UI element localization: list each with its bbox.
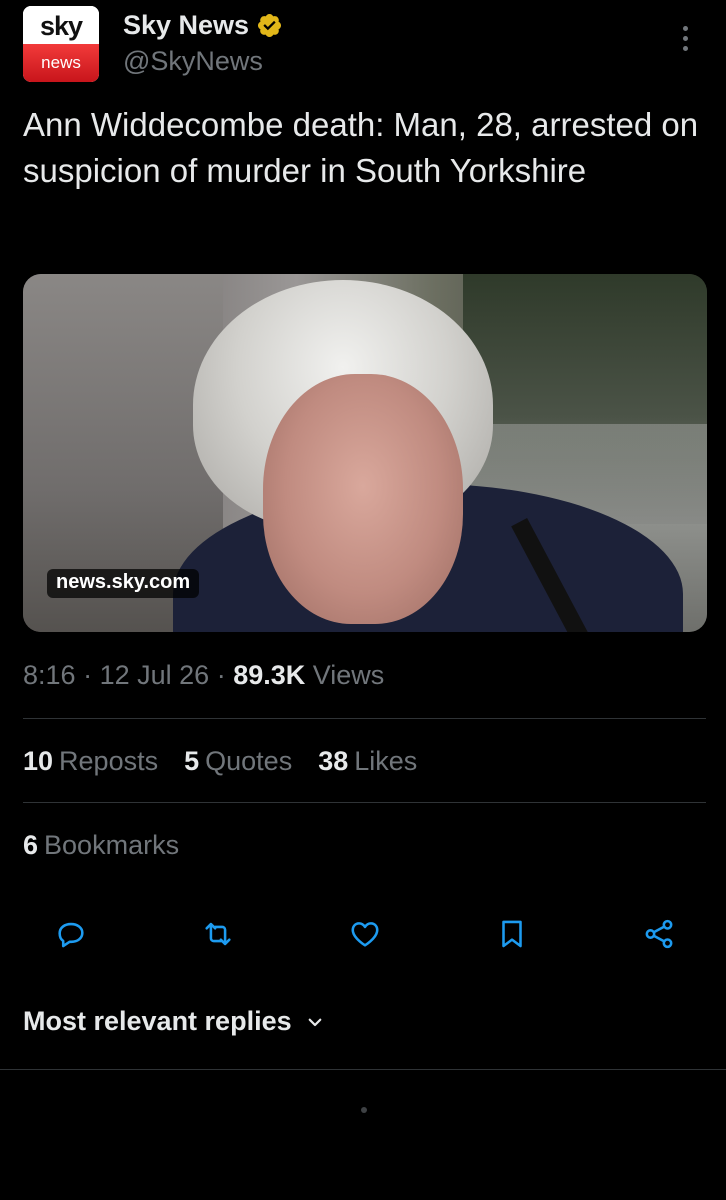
loading-indicator bbox=[361, 1107, 367, 1113]
link-domain-badge[interactable]: news.sky.com bbox=[47, 569, 200, 598]
avatar-logo-bottom: news bbox=[23, 44, 99, 82]
views-count: 89.3K bbox=[233, 660, 306, 690]
more-options-icon[interactable] bbox=[673, 20, 697, 56]
bookmark-button[interactable] bbox=[491, 913, 533, 955]
share-button[interactable] bbox=[638, 913, 680, 955]
like-icon bbox=[351, 922, 379, 947]
tweet-meta: 8:16 · 12 Jul 26 · 89.3K Views bbox=[23, 660, 384, 691]
reposts-count: 10 bbox=[23, 746, 54, 776]
meta-separator: · bbox=[83, 660, 100, 690]
quotes-stat[interactable]: 5 Quotes bbox=[184, 746, 292, 777]
quotes-count: 5 bbox=[184, 746, 200, 776]
tweet-time[interactable]: 8:16 bbox=[23, 660, 76, 690]
engagement-stats: 10 Reposts 5 Quotes 38 Likes bbox=[23, 746, 417, 777]
verified-badge-icon bbox=[258, 13, 282, 38]
views-label: Views bbox=[312, 660, 385, 690]
likes-stat[interactable]: 38 Likes bbox=[318, 746, 417, 777]
reposts-stat[interactable]: 10 Reposts bbox=[23, 746, 158, 777]
photo-face bbox=[263, 374, 463, 624]
tweet-header: sky news Sky News @SkyNews bbox=[23, 6, 703, 82]
reposts-label: Reposts bbox=[59, 746, 159, 776]
quotes-label: Quotes bbox=[205, 746, 293, 776]
meta-separator: · bbox=[216, 660, 234, 690]
handle[interactable]: @SkyNews bbox=[123, 46, 263, 77]
bookmarks-label: Bookmarks bbox=[44, 830, 180, 860]
reply-button[interactable] bbox=[50, 913, 92, 955]
reply-icon bbox=[58, 922, 84, 948]
tweet-date[interactable]: 12 Jul 26 bbox=[100, 660, 210, 690]
display-name[interactable]: Sky News bbox=[123, 10, 249, 41]
divider bbox=[0, 1069, 726, 1070]
repost-icon bbox=[205, 922, 231, 946]
replies-sort-label: Most relevant replies bbox=[23, 1006, 292, 1036]
avatar-logo-top: sky bbox=[23, 6, 99, 44]
likes-count: 38 bbox=[318, 746, 349, 776]
likes-label: Likes bbox=[354, 746, 418, 776]
divider bbox=[23, 802, 706, 803]
share-icon bbox=[645, 919, 673, 949]
repost-button[interactable] bbox=[197, 913, 239, 955]
chevron-down-icon bbox=[308, 1018, 321, 1026]
bookmark-icon bbox=[502, 920, 522, 948]
media-card[interactable]: news.sky.com bbox=[23, 274, 707, 632]
action-bar bbox=[50, 913, 680, 955]
avatar[interactable]: sky news bbox=[23, 6, 99, 82]
bookmarks-stat[interactable]: 6 Bookmarks bbox=[23, 830, 179, 861]
display-name-row[interactable]: Sky News bbox=[123, 10, 283, 41]
tweet-text: Ann Widdecombe death: Man, 28, arrested … bbox=[23, 106, 699, 189]
like-button[interactable] bbox=[344, 913, 386, 955]
replies-sort-dropdown[interactable]: Most relevant replies bbox=[23, 1006, 324, 1037]
divider bbox=[23, 718, 706, 719]
bookmarks-count: 6 bbox=[23, 830, 39, 860]
